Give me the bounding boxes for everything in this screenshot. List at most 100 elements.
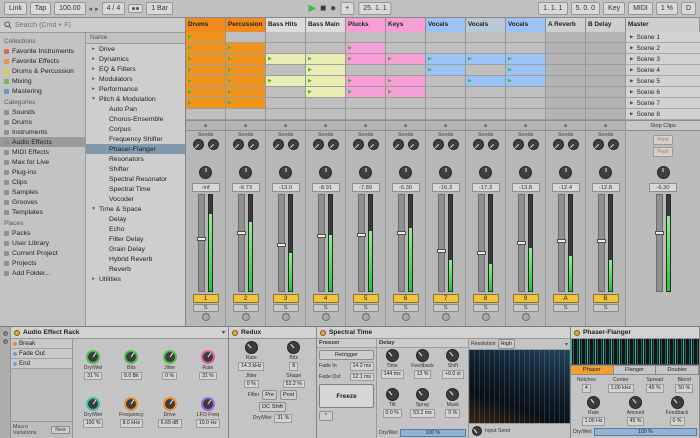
loop-length-display[interactable]: 5. 0. 0 [570,2,601,15]
clip-slot[interactable]: ▶ [386,54,425,65]
scene-launch-row[interactable]: ▶ Scene 1 [626,32,700,43]
redux-bits-value[interactable]: 8 [289,362,299,371]
track-activator-button[interactable]: A [552,294,579,303]
browser-tree-item[interactable]: Echo [86,224,185,234]
send-a-knob[interactable] [192,139,204,150]
clip-play-icon[interactable]: ▶ [428,56,432,62]
disclosure-arrow-icon[interactable]: ▸ [90,66,97,72]
clip-slot[interactable] [306,98,345,109]
clip-slot[interactable]: ▶ [426,54,465,65]
clip-slot[interactable] [586,109,625,120]
scene-launch-row[interactable]: ▶ Scene 3 [626,54,700,65]
clip-slot[interactable] [466,43,505,54]
clip-slot[interactable]: ▶ [426,65,465,76]
fader-handle[interactable] [477,250,486,255]
solo-button[interactable]: S [192,304,219,312]
place-item[interactable]: Projects [0,258,85,268]
browser-tree-item[interactable]: Filter Delay [86,234,185,244]
clip-slot[interactable] [586,65,625,76]
phaser-knob[interactable] [587,396,600,409]
macro-knob[interactable] [162,349,177,364]
track-header[interactable]: Bass Main [306,18,346,32]
clip-play-icon[interactable]: ▶ [188,56,192,62]
scene-launch-row[interactable]: ▶ Scene 5 [626,76,700,87]
play-button[interactable]: ▶ [308,3,316,14]
redux-rate-value[interactable]: 14.3 kHz [238,362,265,371]
browser-tree-item[interactable]: Hybrid Reverb [86,254,185,264]
phaser-drywet-slider[interactable]: 100 % [593,428,697,436]
clip-play-icon[interactable]: ▶ [188,34,192,40]
clip-slot[interactable]: ▶ [386,76,425,87]
solo-button[interactable]: S [232,304,259,312]
volume-fader[interactable] [517,194,526,292]
disclosure-arrow-icon[interactable]: ▾ [90,206,97,212]
category-item[interactable]: Samples [0,187,85,197]
track-activator-button[interactable]: 8 [472,294,499,303]
browser-tree-item[interactable]: Resonators [86,154,185,164]
category-item[interactable]: Templates [0,207,85,217]
track-activator-button[interactable]: 2 [232,294,259,303]
clip-slot[interactable] [546,76,585,87]
solo-button[interactable]: S [312,304,339,312]
clip-stop-button[interactable]: ■ [506,121,546,130]
spectral-param-knob[interactable] [385,349,399,362]
volume-value[interactable]: -6.73 [231,183,260,192]
rack-chain[interactable]: End [11,359,72,369]
clip-slot[interactable] [466,87,505,98]
clip-play-icon[interactable]: ▶ [508,78,512,84]
metronome-toggle[interactable] [128,4,144,13]
macro-value[interactable]: 6.69 dB [157,419,182,428]
clip-play-icon[interactable]: ▶ [348,45,352,51]
clip-view-toggle-icon[interactable] [2,331,8,336]
clip-play-icon[interactable]: ▶ [228,56,232,62]
fader-handle[interactable] [437,248,446,253]
browser-tree-item[interactable]: Delay [86,214,185,224]
clip-slot[interactable] [426,87,465,98]
volume-fader[interactable] [317,194,326,292]
clip-slot[interactable]: ▶ [226,98,265,109]
track-activator-button[interactable]: 1 [192,294,219,303]
clip-slot[interactable] [426,98,465,109]
fader-handle[interactable] [197,237,206,242]
midi-map-toggle[interactable]: MIDI [628,2,653,15]
clip-stop-button[interactable]: ■ [586,121,626,130]
fader-handle[interactable] [557,239,566,243]
clip-stop-button[interactable]: ■ [546,121,586,130]
master-volume-fader[interactable] [654,194,664,292]
clip-stop-button[interactable]: ■ [426,121,466,130]
clip-play-icon[interactable]: ▶ [348,78,352,84]
collection-item[interactable]: Favorite Effects [0,56,85,66]
clip-slot[interactable] [506,109,545,120]
browser-tree-item[interactable]: Grain Delay [86,244,185,254]
scene-play-icon[interactable]: ▶ [630,78,633,84]
browser-tree-item[interactable]: Corpus [86,124,185,134]
phaser-param-value[interactable]: 1.00 kHz [607,384,635,393]
quantization-menu[interactable]: 1 Bar [146,2,173,15]
clip-slot[interactable]: ▶ [506,54,545,65]
volume-fader[interactable] [477,194,486,292]
redux-filter-pre-button[interactable]: Pre [262,390,278,400]
clip-slot[interactable] [346,109,385,120]
send-a-knob[interactable] [432,139,444,150]
clip-stop-button[interactable]: ■ [266,121,306,130]
redux-jitter-value[interactable]: 0 % [243,379,259,388]
clip-slot[interactable] [306,109,345,120]
volume-fader[interactable] [437,194,446,292]
pan-knob[interactable] [239,165,252,179]
collection-item[interactable]: Favorite Instruments [0,46,85,56]
disclosure-arrow-icon[interactable]: ▸ [90,46,97,52]
master-fader-handle[interactable] [654,231,664,236]
clip-play-icon[interactable]: ▶ [228,100,232,106]
resolution-selector[interactable]: High [497,339,516,349]
fader-handle[interactable] [237,231,246,236]
browser-tree-item[interactable]: ▸ Modulators [86,74,185,84]
clip-slot[interactable] [426,76,465,87]
clip-slot[interactable] [546,87,585,98]
clip-slot[interactable]: ▶ [466,76,505,87]
category-item[interactable]: Instruments [0,127,85,137]
send-b-knob[interactable] [247,139,259,150]
pan-knob[interactable] [279,165,292,179]
solo-button[interactable]: S [512,304,539,312]
clip-slot[interactable]: ▶ [186,98,225,109]
chevron-down-icon[interactable]: ▾ [565,341,568,348]
